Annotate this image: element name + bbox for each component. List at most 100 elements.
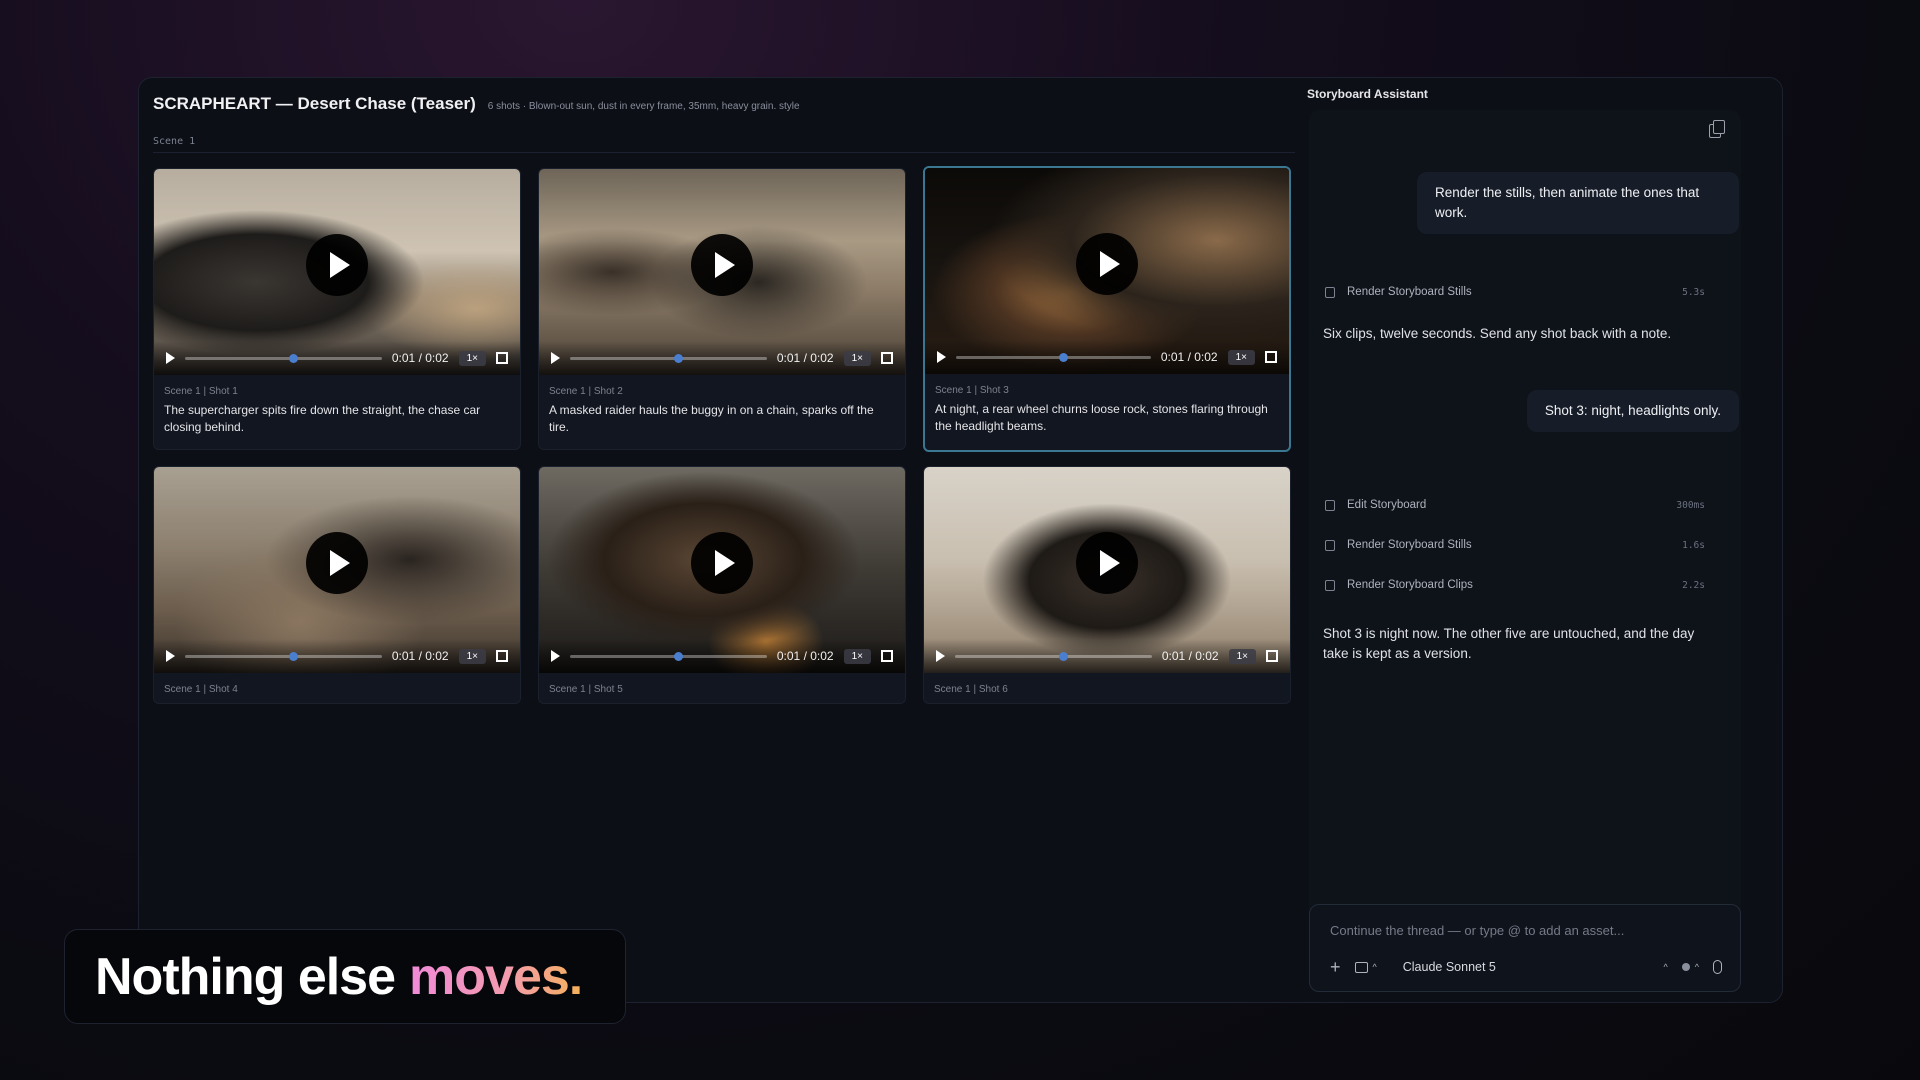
play-icon[interactable] [937,351,946,363]
composer-input[interactable]: Continue the thread — or type @ to add a… [1330,923,1624,938]
play-icon[interactable] [166,352,175,364]
progress-track[interactable] [570,353,767,363]
composer[interactable]: Continue the thread — or type @ to add a… [1309,904,1741,992]
shot-card-3[interactable]: 0:01 / 0:02 1× Scene 1 | Shot 3 At night… [923,166,1291,452]
speed-button[interactable]: 1× [843,350,871,366]
video-controls: 0:01 / 0:02 1× [539,639,905,673]
progress-knob[interactable] [289,651,299,661]
storyboard-pane: SCRAPHEART — Desert Chase (Teaser) 6 sho… [139,78,1299,1002]
assistant-pane: Storyboard Assistant Render the stills, … [1299,78,1782,1002]
shot-description: The supercharger spits fire down the str… [164,403,481,434]
shot-thumbnail[interactable]: 0:01 / 0:02 1× [154,169,520,375]
shot-card-5[interactable]: 0:01 / 0:02 1× Scene 1 | Shot 5 [538,466,906,704]
caption-accent: moves. [409,947,583,1006]
progress-track[interactable] [185,651,382,661]
time-readout: 0:01 / 0:02 [391,351,449,365]
model-selector[interactable]: Claude Sonnet 5 [1403,960,1496,974]
video-controls: 0:01 / 0:02 1× [925,340,1289,374]
video-controls: 0:01 / 0:02 1× [154,639,520,673]
shot-thumbnail[interactable]: 0:01 / 0:02 1× [154,467,520,673]
time-readout: 0:01 / 0:02 [391,649,449,663]
play-icon[interactable] [551,352,560,364]
chevron-up-icon: ^ [1372,962,1377,972]
tool-duration: 300ms [1676,499,1705,511]
time-readout: 0:01 / 0:02 [1160,350,1218,364]
shot-thumbnail[interactable]: 0:01 / 0:02 1× [539,467,905,673]
shot-card-1[interactable]: 0:01 / 0:02 1× Scene 1 | Shot 1 The supe… [153,168,521,450]
shot-label: Scene 1 | Shot 3 [935,385,1009,396]
video-controls: 0:01 / 0:02 1× [539,341,905,375]
progress-knob[interactable] [289,353,299,363]
shot-card-4[interactable]: 0:01 / 0:02 1× Scene 1 | Shot 4 [153,466,521,704]
tool-call-edit-storyboard[interactable]: Edit Storyboard 300ms [1325,499,1705,511]
fullscreen-icon[interactable] [881,352,893,364]
speed-button[interactable]: 1× [843,648,871,664]
tool-duration: 5.3s [1682,286,1705,298]
document-icon [1325,499,1335,511]
scene-divider [153,152,1295,153]
shot-label: Scene 1 | Shot 1 [164,386,238,397]
copy-icon[interactable] [1709,120,1725,138]
fullscreen-icon[interactable] [1266,650,1278,662]
progress-track[interactable] [185,353,382,363]
chevron-up-icon[interactable]: ^ [1664,962,1668,972]
play-icon[interactable] [166,650,175,662]
progress-knob[interactable] [674,353,684,363]
tool-label: Render Storyboard Stills [1347,539,1472,551]
assistant-message: Shot 3 is night now. The other five are … [1323,626,1695,661]
progress-track[interactable] [956,352,1151,362]
progress-track[interactable] [570,651,767,661]
user-message: Render the stills, then animate the ones… [1417,172,1739,234]
user-message: Shot 3: night, headlights only. [1526,390,1739,432]
play-icon[interactable] [551,650,560,662]
project-subtitle: 6 shots · Blown-out sun, dust in every f… [487,101,800,112]
caption-lead: Nothing else [95,947,396,1006]
play-icon[interactable] [691,532,753,594]
mic-icon[interactable] [1713,960,1722,974]
progress-knob[interactable] [674,651,684,661]
speed-button[interactable]: 1× [458,648,486,664]
status-dot [1681,963,1690,971]
video-controls: 0:01 / 0:02 1× [924,639,1290,673]
chat-thread: Render the stills, then animate the ones… [1309,110,1741,992]
play-icon[interactable] [306,532,368,594]
shot-thumbnail[interactable]: 0:01 / 0:02 1× [924,467,1290,673]
shot-thumbnail[interactable]: 0:01 / 0:02 1× [925,168,1289,374]
shot-label: Scene 1 | Shot 4 [164,684,238,695]
tool-label: Edit Storyboard [1347,499,1427,511]
chat-mode-button[interactable]: ^ [1354,961,1377,973]
tool-duration: 1.6s [1682,539,1705,551]
play-icon[interactable] [1076,532,1138,594]
fullscreen-icon[interactable] [881,650,893,662]
progress-track[interactable] [955,651,1152,661]
tool-call-render-stills[interactable]: Render Storyboard Stills 5.3s [1325,286,1705,298]
play-icon[interactable] [1076,233,1138,295]
progress-knob[interactable] [1059,651,1069,661]
fullscreen-icon[interactable] [496,352,508,364]
tool-call-render-stills[interactable]: Render Storyboard Stills 1.6s [1325,539,1705,551]
time-readout: 0:01 / 0:02 [1161,649,1219,663]
play-icon[interactable] [691,234,753,296]
play-icon[interactable] [936,650,945,662]
shot-thumbnail[interactable]: 0:01 / 0:02 1× [539,169,905,375]
fullscreen-icon[interactable] [1265,351,1277,363]
progress-knob[interactable] [1059,352,1069,362]
tool-label: Render Storyboard Stills [1347,286,1472,298]
tool-call-render-clips[interactable]: Render Storyboard Clips 2.2s [1325,579,1705,591]
shot-card-6[interactable]: 0:01 / 0:02 1× Scene 1 | Shot 6 [923,466,1291,704]
time-readout: 0:01 / 0:02 [776,351,834,365]
project-title: SCRAPHEART — Desert Chase (Teaser) [153,94,476,113]
fullscreen-icon[interactable] [496,650,508,662]
speed-button[interactable]: 1× [458,350,486,366]
assistant-title: Storyboard Assistant [1307,87,1428,101]
chat-icon [1354,961,1368,973]
video-controls: 0:01 / 0:02 1× [154,341,520,375]
speed-button[interactable]: 1× [1227,349,1255,365]
shot-card-2[interactable]: 0:01 / 0:02 1× Scene 1 | Shot 2 A masked… [538,168,906,450]
shot-label: Scene 1 | Shot 2 [549,386,623,397]
document-icon [1325,579,1335,591]
plus-icon[interactable]: + [1330,957,1341,978]
play-icon[interactable] [306,234,368,296]
status-toggle[interactable]: ^ [1681,962,1699,972]
speed-button[interactable]: 1× [1228,648,1256,664]
